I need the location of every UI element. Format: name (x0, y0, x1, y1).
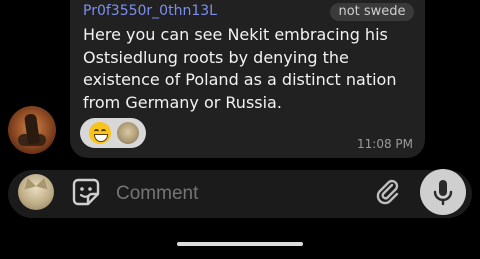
microphone-button[interactable] (420, 169, 466, 215)
sender-avatar[interactable] (8, 106, 56, 154)
sender-tag-badge: not swede (330, 3, 414, 21)
comment-input[interactable] (114, 180, 358, 208)
paperclip-icon[interactable] (372, 176, 404, 208)
sender-name[interactable]: Pr0f3550r_0thn13L (83, 3, 217, 19)
grinning-face-icon (89, 122, 111, 144)
message-text: Here you can see Nekit embracing his Ost… (83, 25, 397, 112)
microphone-icon (433, 180, 453, 206)
message-bubble[interactable]: Pr0f3550r_0thn13L not swede Here you can… (70, 0, 425, 158)
home-indicator[interactable] (177, 242, 303, 246)
sticker-icon[interactable] (70, 176, 102, 208)
user-avatar[interactable] (18, 174, 54, 210)
reactor-avatar (117, 122, 139, 144)
message-timestamp: 11:08 PM (357, 137, 413, 151)
reactions-pill[interactable] (80, 118, 146, 148)
